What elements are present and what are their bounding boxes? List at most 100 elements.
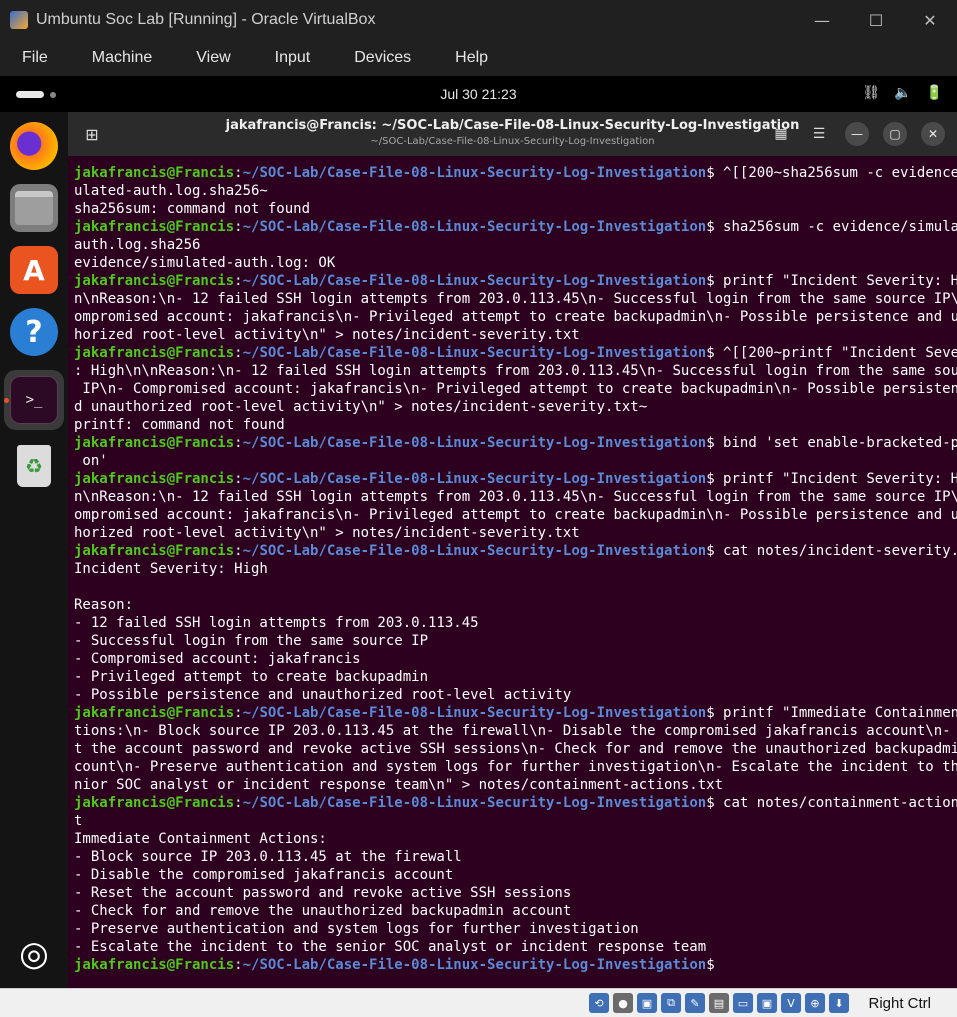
terminal-line: printf: command not found [74, 417, 285, 433]
terminal-line: - Disable the compromised jakafrancis ac… [74, 867, 454, 883]
trash-icon[interactable] [10, 442, 58, 490]
prompt-path: ~/SOC-Lab/Case-File-08-Linux-Security-Lo… [242, 273, 707, 289]
status-device-icon[interactable]: ● [613, 993, 633, 1013]
window-controls: — ☐ ✕ [795, 0, 957, 40]
status-device-icon[interactable]: ▣ [757, 993, 777, 1013]
prompt-user: jakafrancis@Francis [74, 795, 235, 811]
command-text: $ cat notes/incident-severity.txt [706, 543, 957, 559]
menu-machine[interactable]: Machine [70, 49, 174, 67]
prompt-user: jakafrancis@Francis [74, 543, 235, 559]
files-icon[interactable] [10, 184, 58, 232]
terminal-line: - Check for and remove the unauthorized … [74, 903, 572, 919]
clock[interactable]: Jul 30 21:23 [0, 86, 957, 102]
status-device-icon[interactable]: ▭ [733, 993, 753, 1013]
terminal-header-buttons: ▦ ☰ — ▢ ✕ [769, 122, 945, 146]
terminal-close-button[interactable]: ✕ [921, 122, 945, 146]
running-indicator [4, 398, 9, 403]
prompt-path: ~/SOC-Lab/Case-File-08-Linux-Security-Lo… [242, 471, 707, 487]
terminal-line: jakafrancis@Francis:~/SOC-Lab/Case-File-… [74, 164, 957, 182]
menu-file[interactable]: File [0, 49, 70, 67]
prompt-path: ~/SOC-Lab/Case-File-08-Linux-Security-Lo… [242, 957, 707, 973]
terminal-line: jakafrancis@Francis:~/SOC-Lab/Case-File-… [74, 272, 957, 290]
terminal-line: horized root-level activity\n" > notes/i… [74, 525, 580, 541]
host-key-label: Right Ctrl [868, 995, 931, 1012]
prompt-path: ~/SOC-Lab/Case-File-08-Linux-Security-Lo… [242, 543, 707, 559]
window-title: Umbuntu Soc Lab [Running] - Oracle Virtu… [36, 11, 376, 28]
prompt-separator: : [234, 219, 243, 235]
status-icons: ⟲ ● ▣ ⧉ ✎ ▤ ▭ ▣ V ⊕ ⬇ [589, 993, 849, 1013]
prompt-user: jakafrancis@Francis [74, 705, 235, 721]
terminal-line: : High\n\nReason:\n- 12 failed SSH login… [74, 363, 957, 379]
prompt-user: jakafrancis@Francis [74, 345, 235, 361]
terminal-maximize-button[interactable]: ▢ [883, 122, 907, 146]
status-device-icon[interactable]: V [781, 993, 801, 1013]
show-apps-icon[interactable]: ◎ [10, 930, 58, 978]
system-tray[interactable]: ⛓ 🔈 🔋 [862, 85, 943, 101]
terminal-icon[interactable]: >_ [10, 376, 58, 424]
close-button[interactable]: ✕ [903, 0, 957, 40]
prompt-path: ~/SOC-Lab/Case-File-08-Linux-Security-Lo… [242, 165, 707, 181]
terminal-line: ompromised account: jakafrancis\n- Privi… [74, 507, 957, 523]
firefox-icon[interactable] [10, 122, 58, 170]
command-text: $ printf "Immediate Containment Ac [706, 705, 957, 721]
command-text: $ cat notes/containment-actions.tx [706, 795, 957, 811]
prompt-separator: : [234, 795, 243, 811]
menu-view[interactable]: View [174, 49, 252, 67]
network-icon[interactable]: ⛓ [862, 85, 880, 101]
virtualbox-logo-icon [10, 11, 28, 29]
menu-devices[interactable]: Devices [332, 49, 433, 67]
command-text: $ sha256sum -c evidence/simulated- [706, 219, 957, 235]
prompt-user: jakafrancis@Francis [74, 471, 235, 487]
terminal-line: jakafrancis@Francis:~/SOC-Lab/Case-File-… [74, 218, 957, 236]
terminal-line: - Block source IP 203.0.113.45 at the fi… [74, 849, 462, 865]
menu-input[interactable]: Input [253, 49, 333, 67]
status-device-icon[interactable]: ▣ [637, 993, 657, 1013]
terminal-line: nior SOC analyst or incident response te… [74, 777, 724, 793]
terminal-line: t [74, 813, 83, 829]
terminal-line: - 12 failed SSH login attempts from 203.… [74, 615, 479, 631]
prompt-separator: : [234, 345, 243, 361]
prompt-user: jakafrancis@Francis [74, 435, 235, 451]
status-device-icon[interactable]: ✎ [685, 993, 705, 1013]
menu-help[interactable]: Help [433, 49, 510, 67]
status-device-icon[interactable]: ⬇ [829, 993, 849, 1013]
terminal-minimize-button[interactable]: — [845, 122, 869, 146]
terminal-line: jakafrancis@Francis:~/SOC-Lab/Case-File-… [74, 434, 957, 452]
command-text: $ ^[[200~sha256sum -c evidence/sim [706, 165, 957, 181]
terminal-output[interactable]: jakafrancis@Francis:~/SOC-Lab/Case-File-… [74, 164, 957, 974]
prompt-separator: : [234, 957, 243, 973]
maximize-button[interactable]: ☐ [849, 0, 903, 40]
command-text: $ printf "Incident Severity: High\ [706, 273, 957, 289]
terminal-line: jakafrancis@Francis:~/SOC-Lab/Case-File-… [74, 542, 957, 560]
terminal-line: count\n- Preserve authentication and sys… [74, 759, 957, 775]
app-center-icon[interactable]: A [10, 246, 58, 294]
terminal-line: Incident Severity: High [74, 561, 268, 577]
terminal-line: - Escalate the incident to the senior SO… [74, 939, 707, 955]
command-text: $ ^[[200~printf "Incident Severity [706, 345, 957, 361]
terminal-line: Immediate Containment Actions: [74, 831, 327, 847]
terminal-line: jakafrancis@Francis:~/SOC-Lab/Case-File-… [74, 344, 957, 362]
minimize-button[interactable]: — [795, 0, 849, 40]
status-device-icon[interactable]: ⟲ [589, 993, 609, 1013]
terminal-line: tions:\n- Block source IP 203.0.113.45 a… [74, 723, 957, 739]
volume-icon[interactable]: 🔈 [894, 85, 911, 101]
vbox-menubar: File Machine View Input Devices Help [0, 40, 957, 76]
terminal-headerbar: ⊞ jakafrancis@Francis: ~/SOC-Lab/Case-Fi… [68, 112, 957, 156]
help-icon[interactable]: ? [10, 308, 58, 356]
command-text: $ bind 'set enable-bracketed-paste [706, 435, 957, 451]
prompt-user: jakafrancis@Francis [74, 957, 235, 973]
view-tabs-icon[interactable]: ▦ [769, 122, 793, 146]
vbox-titlebar: Umbuntu Soc Lab [Running] - Oracle Virtu… [0, 0, 957, 40]
status-device-icon[interactable]: ▤ [709, 993, 729, 1013]
terminal-window[interactable]: ⊞ jakafrancis@Francis: ~/SOC-Lab/Case-Fi… [68, 112, 957, 988]
battery-icon[interactable]: 🔋 [926, 85, 943, 101]
status-device-icon[interactable]: ⧉ [661, 993, 681, 1013]
status-device-icon[interactable]: ⊕ [805, 993, 825, 1013]
terminal-line: t the account password and revoke active… [74, 741, 957, 757]
terminal-line: - Possible persistence and unauthorized … [74, 687, 572, 703]
prompt-separator: : [234, 273, 243, 289]
hamburger-menu-icon[interactable]: ☰ [807, 122, 831, 146]
prompt-separator: : [234, 435, 243, 451]
gnome-top-bar: Jul 30 21:23 ⛓ 🔈 🔋 [0, 76, 957, 112]
